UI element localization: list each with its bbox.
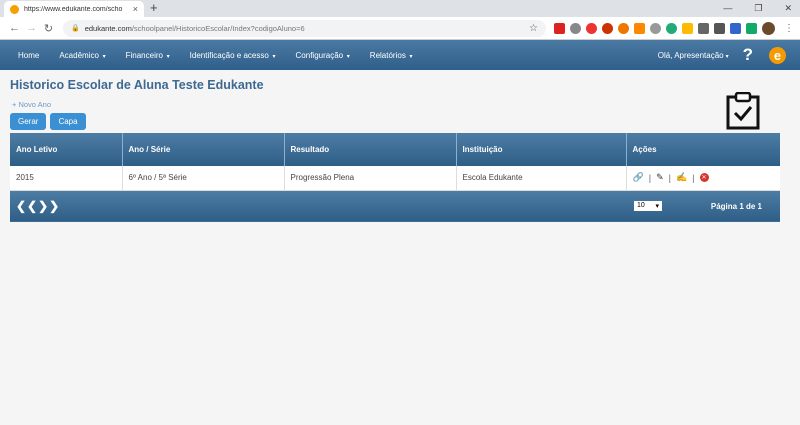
nav-relatorios[interactable]: Relatórios ▾ [370,51,413,60]
extension-icon[interactable] [650,22,661,34]
nav-label: Configuração [295,50,344,60]
table-header-row: Ano Letivo Ano / Série Resultado Institu… [10,133,780,166]
nav-label: Financeiro [125,50,163,60]
profile-avatar[interactable] [762,21,775,35]
dropdown-arrow-icon: ▾ [655,203,659,211]
col-ano-serie[interactable]: Ano / Série [122,133,285,166]
table-footer-row: ❮❮❯❯ 10 ▾ Página 1 de 1 [10,190,780,222]
caret-down-icon: ▾ [270,53,276,60]
nav-label: Identificação e acesso [189,50,269,60]
extensions-bar: ⋮ [554,21,794,35]
page-info: Página 1 de 1 [710,201,762,211]
greeting-text: Olá, Apresentação [657,50,724,60]
extension-icon[interactable] [602,22,613,34]
caret-down-icon: ▾ [345,53,350,60]
row-actions: 🔗 | ✎ | ✍ | ✕ [633,172,781,183]
separator: | [648,172,652,183]
col-ano-letivo[interactable]: Ano Letivo [10,133,123,166]
extension-icon[interactable] [586,22,597,34]
close-window-icon[interactable]: ✕ [784,3,792,14]
extension-icon[interactable] [618,22,629,34]
tab-title: https://www.edukante.com/scho [24,5,123,13]
nav-home[interactable]: Home [18,51,39,60]
gerar-button[interactable]: Gerar [10,113,47,130]
lock-icon: 🔒 [71,25,80,32]
caret-down-icon: ▾ [725,53,729,60]
edit-alt-icon[interactable]: ✍ [676,172,687,183]
table-row: 2015 6º Ano / 5ª Série Progressão Plena … [10,166,781,191]
pager-right: 10 ▾ Página 1 de 1 [626,201,780,212]
main-content: Historico Escolar de Aluna Teste Edukant… [0,78,800,222]
menu-kebab-icon[interactable]: ⋮ [784,23,794,34]
page-size-value: 10 [637,202,645,210]
caret-down-icon: ▾ [407,53,413,60]
browser-tab[interactable]: https://www.edukante.com/scho × [4,1,144,17]
delete-icon[interactable]: ✕ [699,173,709,183]
nav-configuracao[interactable]: Configuração ▾ [296,51,350,60]
clipboard-check-icon [726,92,760,130]
extension-icon[interactable] [698,22,709,34]
cell-resultado: Progressão Plena [284,166,457,191]
cell-acoes: 🔗 | ✎ | ✍ | ✕ [626,166,781,191]
url-host: edukante.com [84,23,132,33]
cell-ano-serie: 6º Ano / 5ª Série [122,166,285,191]
reload-icon[interactable]: ↻ [40,22,57,35]
new-tab-button[interactable]: + [150,0,158,15]
window-controls: — ❐ ✕ [723,0,792,16]
capa-button[interactable]: Capa [50,113,86,130]
extension-icon[interactable] [682,22,693,34]
edukante-logo[interactable]: e [769,46,786,64]
link-icon[interactable]: 🔗 [633,172,644,183]
extension-icon[interactable] [554,22,565,34]
tab-strip: https://www.edukante.com/scho × + — ❐ ✕ [0,0,800,17]
camera-icon[interactable] [570,22,581,34]
col-acoes: Ações [626,133,780,166]
caret-down-icon: ▾ [164,53,170,60]
tab-close-icon[interactable]: × [133,4,138,14]
cell-instituicao: Escola Edukante [456,166,627,191]
separator: | [668,172,671,183]
bookmark-star-icon[interactable]: ☆ [529,23,538,34]
nav-identificacao[interactable]: Identificação e acesso ▾ [190,51,276,60]
back-icon[interactable]: ← [6,22,23,34]
col-instituicao[interactable]: Instituição [456,133,627,166]
edit-icon[interactable]: ✎ [656,172,664,183]
page-title: Historico Escolar de Aluna Teste Edukant… [10,78,264,92]
favicon-icon [10,4,19,14]
page-size-select[interactable]: 10 ▾ [634,201,662,212]
cell-ano-letivo: 2015 [10,166,123,191]
col-resultado[interactable]: Resultado [284,133,457,166]
extension-icon[interactable] [714,22,725,34]
pager-arrows-icon[interactable]: ❮❮❯❯ [10,199,60,213]
nav-financeiro[interactable]: Financeiro ▾ [126,51,170,60]
new-year-link[interactable]: + Novo Ano [12,100,790,109]
pager-info-cell: 10 ▾ Página 1 de 1 [626,190,780,222]
nav-academico[interactable]: Acadêmico ▾ [59,51,105,60]
main-navbar: Home Acadêmico ▾ Financeiro ▾ Identifica… [0,40,800,70]
nav-label: Acadêmico [59,50,99,60]
extension-icon[interactable] [746,22,757,34]
browser-toolbar: ← → ↻ 🔒 edukante.com/schoolpanel/Histori… [0,17,800,40]
extension-icon[interactable] [634,22,645,34]
nav-label: Relatórios [369,50,406,60]
minimize-icon[interactable]: — [723,3,732,13]
restore-icon[interactable]: ❐ [754,3,762,14]
address-bar[interactable]: 🔒 edukante.com/schoolpanel/HistoricoEsco… [63,19,546,37]
navbar-right: Olá, Apresentação ▾ ? e [658,40,800,70]
caret-down-icon: ▾ [100,53,106,60]
extension-icon[interactable] [730,22,741,34]
user-menu[interactable]: Olá, Apresentação ▾ [658,51,729,60]
action-buttons: Gerar Capa [10,113,790,130]
browser-chrome: https://www.edukante.com/scho × + — ❐ ✕ … [0,0,800,40]
extension-icon[interactable] [666,22,677,34]
pager-cell: ❮❮❯❯ [10,190,626,222]
separator: | [692,172,695,183]
forward-icon[interactable]: → [23,22,40,34]
url-path: /schoolpanel/HistoricoEscolar/Index?codi… [131,23,305,33]
help-icon[interactable]: ? [743,45,753,65]
historico-table: Ano Letivo Ano / Série Resultado Institu… [10,133,780,222]
